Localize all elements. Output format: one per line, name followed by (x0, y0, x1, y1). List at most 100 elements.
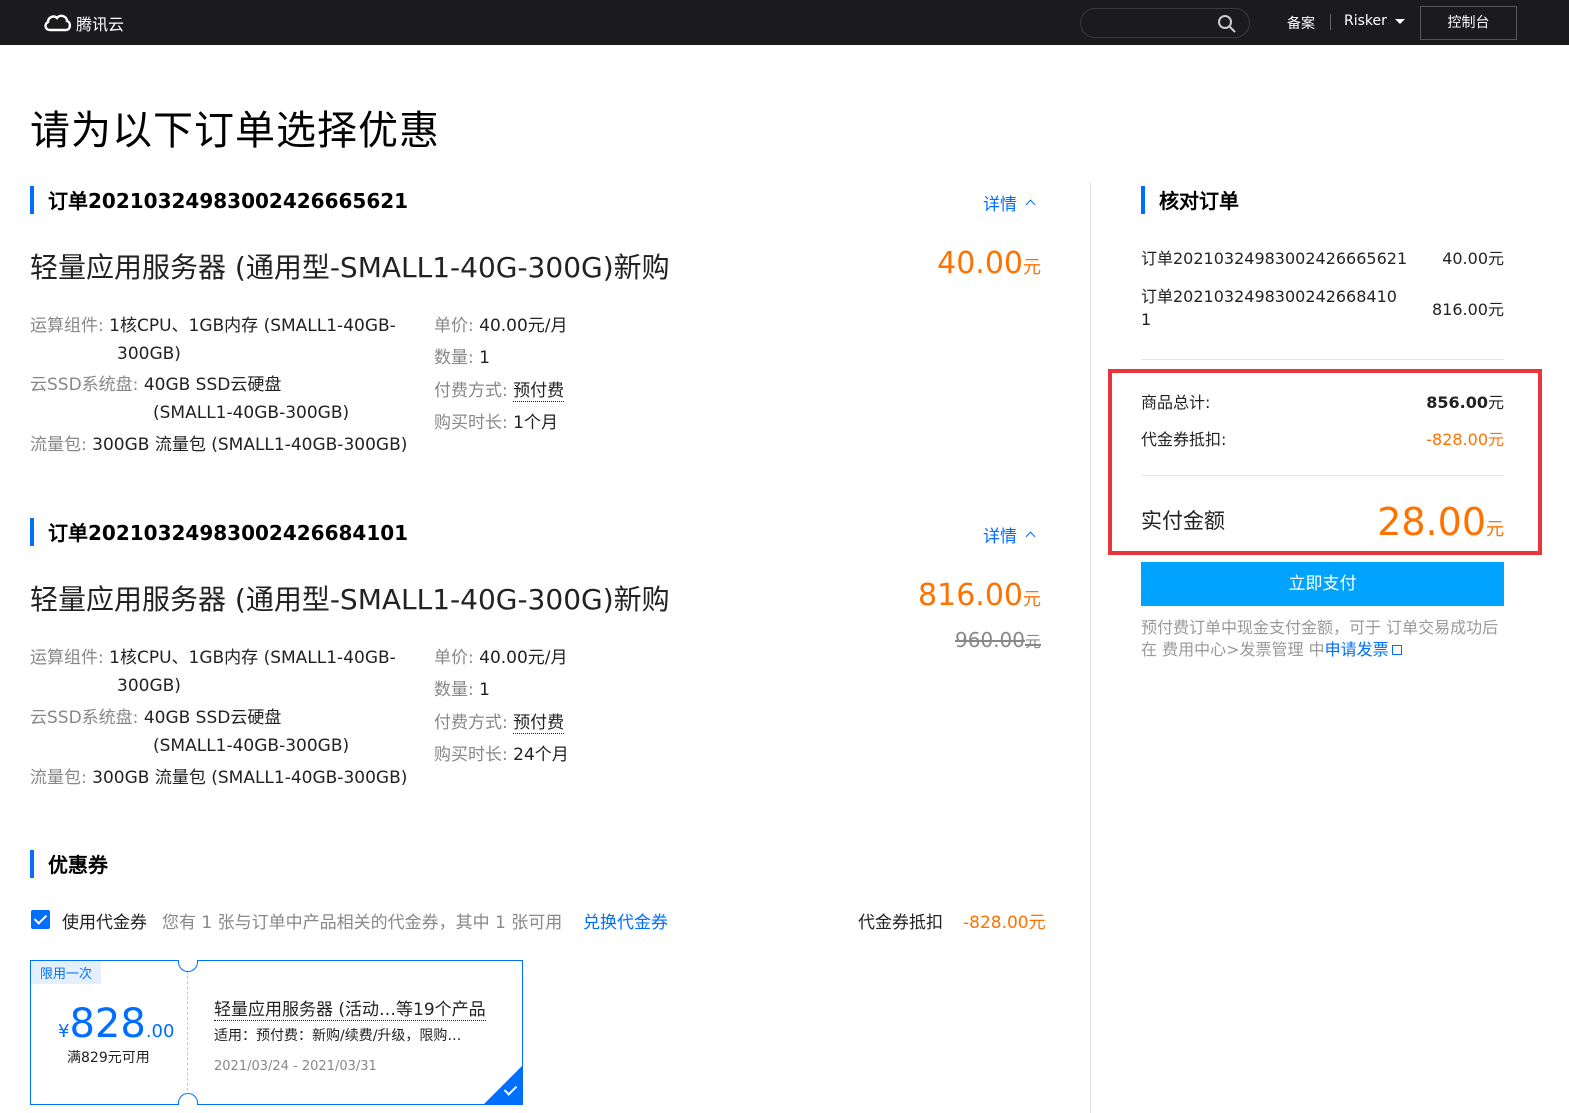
highlight-annotation-box (1108, 369, 1542, 555)
search-input[interactable] (1080, 8, 1250, 38)
caret-down-icon (1394, 18, 1405, 24)
voucher-divider (187, 971, 188, 1096)
voucher-availability-info: 您有 1 张与订单中产品相关的代金券，其中 1 张可用 (162, 913, 563, 933)
summary-divider (1141, 359, 1504, 360)
order-1-price: 40.00元 (937, 246, 1041, 281)
voucher-selected-corner (483, 1065, 523, 1105)
unit-price-value: 40.00元/月 (479, 648, 568, 668)
order-2-traffic-spec: 流量包: 300GB 流量包 (SMALL1-40GB-300GB) (30, 764, 407, 792)
quantity-value: 1 (479, 680, 490, 700)
console-button[interactable]: 控制台 (1420, 6, 1517, 40)
summary-order-2-value: 816.00元 (1432, 300, 1504, 319)
order-2-unit-price: 单价: 40.00元/月 (434, 644, 568, 672)
order-1-unit-price: 单价: 40.00元/月 (434, 312, 568, 340)
unit-price-value: 40.00元/月 (479, 316, 568, 336)
summary-order-1-value: 40.00元 (1442, 249, 1504, 268)
user-name: Risker (1344, 13, 1387, 29)
order-2-heading: 订单20210324983002426684101 (30, 517, 408, 546)
traffic-value: 300GB 流量包 (SMALL1-40GB-300GB) (92, 435, 408, 455)
section-marker (1141, 185, 1145, 214)
order-2-duration: 购买时长: 24个月 (434, 741, 569, 769)
quantity-label: 数量: (434, 680, 474, 700)
order-1-payment-method: 付费方式: 预付费 (434, 377, 565, 405)
original-price-value: 960.00 (955, 628, 1025, 652)
order-1-traffic-spec: 流量包: 300GB 流量包 (SMALL1-40GB-300GB) (30, 431, 407, 459)
voucher-card[interactable]: 限用一次 ¥828.00 满829元可用 轻量应用服务器 (活动…等19个产品 … (30, 960, 523, 1105)
disk-label: 云SSD系统盘: (30, 708, 139, 728)
price-unit: 元 (1023, 257, 1041, 278)
logo[interactable]: 腾讯云 (42, 11, 124, 35)
voucher-condition: 满829元可用 (67, 1050, 150, 1066)
top-nav-bar: 腾讯云 备案 Risker 控制台 (0, 0, 1569, 45)
nav-beian-link[interactable]: 备案 (1287, 13, 1315, 33)
section-marker (30, 185, 34, 214)
voucher-amount-integer: 828 (69, 1001, 146, 1047)
duration-label: 购买时长: (434, 413, 508, 433)
order-2-payment-method: 付费方式: 预付费 (434, 709, 565, 737)
voucher-description: 适用：预付费：新购/续费/升级，限购… (214, 1028, 462, 1044)
order-2-price: 816.00元 (918, 578, 1041, 613)
payment-method-label: 付费方式: (434, 381, 508, 401)
order-2-original-price: 960.00元 (955, 628, 1041, 652)
user-menu[interactable]: Risker (1344, 13, 1405, 29)
disk-label: 云SSD系统盘: (30, 375, 139, 395)
order-1-detail-toggle[interactable]: 详情 (983, 190, 1036, 215)
price-value: 816.00 (918, 578, 1023, 613)
summary-order-1-label: 订单20210324983002426665621 (1141, 249, 1408, 268)
traffic-label: 流量包: (30, 768, 87, 788)
external-link-icon[interactable] (1391, 645, 1402, 655)
unit-price-label: 单价: (434, 648, 474, 668)
panel-divider (1090, 182, 1091, 1113)
section-marker (30, 849, 34, 878)
cpu-label: 运算组件: (30, 648, 104, 668)
detail-label: 详情 (983, 195, 1017, 215)
chevron-up-icon (1025, 199, 1036, 210)
payment-method-value[interactable]: 预付费 (513, 381, 565, 402)
voucher-tag: 限用一次 (31, 961, 102, 984)
payment-method-label: 付费方式: (434, 713, 508, 733)
summary-heading: 核对订单 (1141, 185, 1239, 214)
cpu-label: 运算组件: (30, 316, 104, 336)
payment-method-value[interactable]: 预付费 (513, 713, 565, 734)
order-1-number: 订单20210324983002426665621 (48, 189, 409, 213)
voucher-notch-bottom (178, 1093, 198, 1105)
page-title: 请为以下订单选择优惠 (30, 108, 440, 154)
voucher-date-range: 2021/03/24 - 2021/03/31 (214, 1059, 377, 1074)
unit-price-label: 单价: (434, 316, 474, 336)
voucher-amount: ¥828.00 (58, 1001, 174, 1047)
use-voucher-label[interactable]: 使用代金券 (62, 908, 147, 933)
disk-value: 40GB SSD云硬盘 (143, 708, 282, 728)
logo-text: 腾讯云 (76, 15, 125, 34)
duration-value: 1个月 (513, 413, 558, 433)
duration-label: 购买时长: (434, 745, 508, 765)
order-2-disk-spec: 云SSD系统盘: 40GB SSD云硬盘 (30, 704, 281, 732)
order-1-duration: 购买时长: 1个月 (434, 409, 558, 437)
voucher-deduct-value: -828.00元 (963, 913, 1046, 933)
quantity-label: 数量: (434, 348, 474, 368)
voucher-deduct-label: 代金券抵扣 (858, 913, 943, 933)
voucher-notch-top (178, 960, 198, 972)
search-icon[interactable] (1217, 14, 1237, 34)
detail-label: 详情 (983, 527, 1017, 547)
nav-divider (1330, 14, 1331, 30)
use-voucher-checkbox[interactable] (31, 910, 50, 929)
voucher-title[interactable]: 轻量应用服务器 (活动…等19个产品 (214, 995, 486, 1021)
price-unit: 元 (1023, 589, 1041, 610)
pay-now-button[interactable]: 立即支付 (1141, 562, 1504, 606)
order-1-heading: 订单20210324983002426665621 (30, 185, 408, 214)
cpu-value-line-2: 300GB) (117, 676, 181, 696)
chevron-up-icon (1025, 531, 1036, 542)
coupon-heading-text: 优惠券 (48, 853, 108, 877)
original-price-unit: 元 (1024, 632, 1041, 651)
invoice-note: 预付费订单中现金支付金额，可于 订单交易成功后 在 费用中心>发票管理 中申请发… (1141, 617, 1511, 661)
order-2-detail-toggle[interactable]: 详情 (983, 522, 1036, 547)
cpu-value: 1核CPU、1GB内存 (SMALL1-40GB- (109, 648, 396, 668)
order-2-product-title: 轻量应用服务器 (通用型-SMALL1-40G-300G)新购 (30, 583, 670, 616)
duration-value: 24个月 (513, 745, 569, 765)
apply-invoice-link[interactable]: 申请发票 (1325, 640, 1389, 659)
exchange-voucher-link[interactable]: 兑换代金券 (583, 908, 668, 933)
price-value: 40.00 (937, 246, 1023, 281)
traffic-value: 300GB 流量包 (SMALL1-40GB-300GB) (92, 768, 408, 788)
quantity-value: 1 (479, 348, 490, 368)
section-marker (30, 517, 34, 546)
